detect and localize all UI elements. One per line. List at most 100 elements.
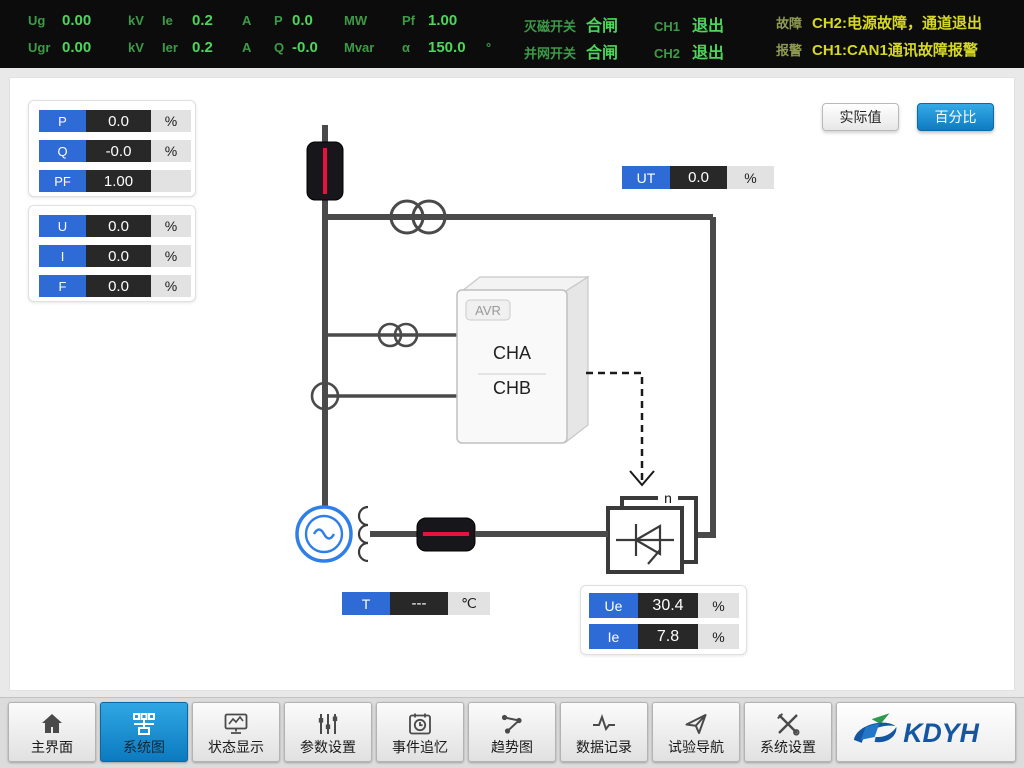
- stator-meter-panel: U 0.0 % I 0.0 % F 0.0 %: [28, 205, 196, 302]
- nav-button-test-navigation[interactable]: 试验导航: [652, 702, 740, 762]
- meter-row-q: Q -0.0 %: [39, 140, 195, 162]
- measurement-value: -0.0: [292, 39, 340, 56]
- meter-label: UT: [622, 166, 670, 189]
- measurement-unit: A: [242, 13, 251, 28]
- meter-value: 0.0: [86, 245, 151, 267]
- brand-logo-button[interactable]: KDYH: [836, 702, 1016, 762]
- system-settings-icon: [775, 711, 801, 737]
- measurement-value: 0.2: [192, 12, 238, 29]
- measurement-unit: kV: [128, 13, 144, 28]
- nav-label: 数据记录: [576, 740, 632, 754]
- measurement-value: 0.2: [192, 39, 238, 56]
- measurement-label: Ugr: [28, 40, 62, 55]
- nav-label: 系统图: [123, 740, 165, 754]
- nav-button-trend-chart[interactable]: 趋势图: [468, 702, 556, 762]
- status-label: 灭磁开关: [524, 16, 586, 35]
- measurement-label: Ie: [162, 13, 192, 28]
- event-recall-icon: [407, 711, 433, 737]
- meter-value: -0.0: [86, 140, 151, 162]
- meter-label: U: [39, 215, 86, 237]
- channel-b-label: CHB: [493, 378, 531, 398]
- meter-unit: %: [698, 593, 739, 618]
- nav-button-data-record[interactable]: 数据记录: [560, 702, 648, 762]
- meter-unit: ℃: [448, 592, 490, 615]
- nav-label: 系统设置: [760, 740, 816, 754]
- meter-row-pf: PF 1.00: [39, 170, 195, 192]
- nav-button-system-diagram[interactable]: 系统图: [100, 702, 188, 762]
- alarm-row: 报警 CH1:CAN1通讯故障报警: [776, 39, 1014, 58]
- measurement-unit: kV: [128, 40, 144, 55]
- measurement-label: Pf: [402, 13, 428, 28]
- excitation-meter-panel: Ue 30.4 % Ie 7.8 %: [580, 585, 747, 655]
- measurement-label: α: [402, 40, 428, 55]
- meter-row-u: U 0.0 %: [39, 215, 195, 237]
- nav-label: 状态显示: [208, 740, 264, 754]
- nav-label: 参数设置: [300, 740, 356, 754]
- bridge-count-label: n: [664, 490, 672, 506]
- meter-unit: %: [151, 215, 191, 237]
- meter-unit: %: [698, 624, 739, 649]
- nav-button-event-recall[interactable]: 事件追忆: [376, 702, 464, 762]
- meter-label: Ie: [589, 624, 638, 649]
- meter-value: 7.8: [638, 624, 698, 649]
- status-label: CH1: [654, 19, 692, 34]
- meter-unit: %: [151, 275, 191, 297]
- control-signal-line: [586, 373, 642, 483]
- meter-row-p: P 0.0 %: [39, 110, 195, 132]
- meter-unit: %: [151, 245, 191, 267]
- meter-value: 0.0: [86, 110, 151, 132]
- channel-a-label: CHA: [493, 343, 531, 363]
- measurement-label: Q: [274, 40, 292, 55]
- status-display-icon: [223, 711, 249, 737]
- power-meter-panel: P 0.0 % Q -0.0 % PF 1.00: [28, 100, 196, 197]
- measurement-value: 1.00: [428, 12, 482, 29]
- nav-label: 试验导航: [668, 740, 724, 754]
- actual-value-button[interactable]: 实际值: [822, 103, 899, 131]
- top-status-bar: Ug 0.00 kV Ugr 0.00 kV Ie 0.2 A Ier 0.2 …: [0, 0, 1024, 68]
- meter-row-ue: Ue 30.4 %: [589, 593, 746, 618]
- measurement-value: 0.00: [62, 12, 124, 29]
- measurement-unit: MW: [344, 13, 367, 28]
- meter-label: PF: [39, 170, 86, 192]
- meter-value: ---: [390, 592, 448, 615]
- measurement-ier: Ier 0.2 A: [162, 39, 274, 58]
- meter-row-ie: Ie 7.8 %: [589, 624, 746, 649]
- status-ch2: CH2 退出: [654, 39, 776, 58]
- channel-status-group: CH1 退出 CH2 退出: [654, 12, 776, 58]
- nav-button-status-display[interactable]: 状态显示: [192, 702, 280, 762]
- status-label: CH2: [654, 46, 692, 61]
- nav-button-parameter-settings[interactable]: 参数设置: [284, 702, 372, 762]
- temperature-badge: T --- ℃: [342, 592, 490, 615]
- measurement-unit: °: [486, 40, 491, 55]
- logo-text: KDYH: [903, 718, 979, 748]
- test-navigation-icon: [683, 711, 709, 737]
- status-value: 合闸: [586, 12, 618, 36]
- meter-value: 0.0: [670, 166, 727, 189]
- kdyh-logo: KDYH: [842, 710, 1010, 754]
- logo-swoosh: [875, 727, 897, 742]
- meter-unit: %: [151, 110, 191, 132]
- percentage-button[interactable]: 百分比: [917, 103, 994, 131]
- status-ch1: CH1 退出: [654, 12, 776, 31]
- measurement-group-voltage: Ug 0.00 kV Ugr 0.00 kV: [28, 12, 162, 58]
- ut-meter-badge: UT 0.0 %: [622, 166, 774, 189]
- meter-row-f: F 0.0 %: [39, 275, 195, 297]
- status-grid-breaker: 并网开关 合闸: [524, 39, 654, 58]
- status-value: 合闸: [586, 39, 618, 63]
- meter-value: 1.00: [86, 170, 151, 192]
- nav-label: 趋势图: [491, 740, 533, 754]
- nav-button-main[interactable]: 主界面: [8, 702, 96, 762]
- measurement-ug: Ug 0.00 kV: [28, 12, 162, 31]
- meter-unit: %: [151, 140, 191, 162]
- nav-label: 事件追忆: [392, 740, 448, 754]
- measurement-group-pf-alpha: Pf 1.00 α 150.0 °: [402, 12, 524, 58]
- status-field-breaker: 灭磁开关 合闸: [524, 12, 654, 31]
- fault-label: 故障: [776, 13, 812, 32]
- meter-label: F: [39, 275, 86, 297]
- measurement-group-power: P 0.0 MW Q -0.0 Mvar: [274, 12, 402, 58]
- bottom-nav-bar: 主界面 系统图 状态显示 参数设置: [0, 697, 1024, 768]
- status-value: 退出: [692, 39, 724, 63]
- system-diagram-icon: [131, 711, 157, 737]
- nav-button-system-settings[interactable]: 系统设置: [744, 702, 832, 762]
- meter-unit: [151, 170, 191, 192]
